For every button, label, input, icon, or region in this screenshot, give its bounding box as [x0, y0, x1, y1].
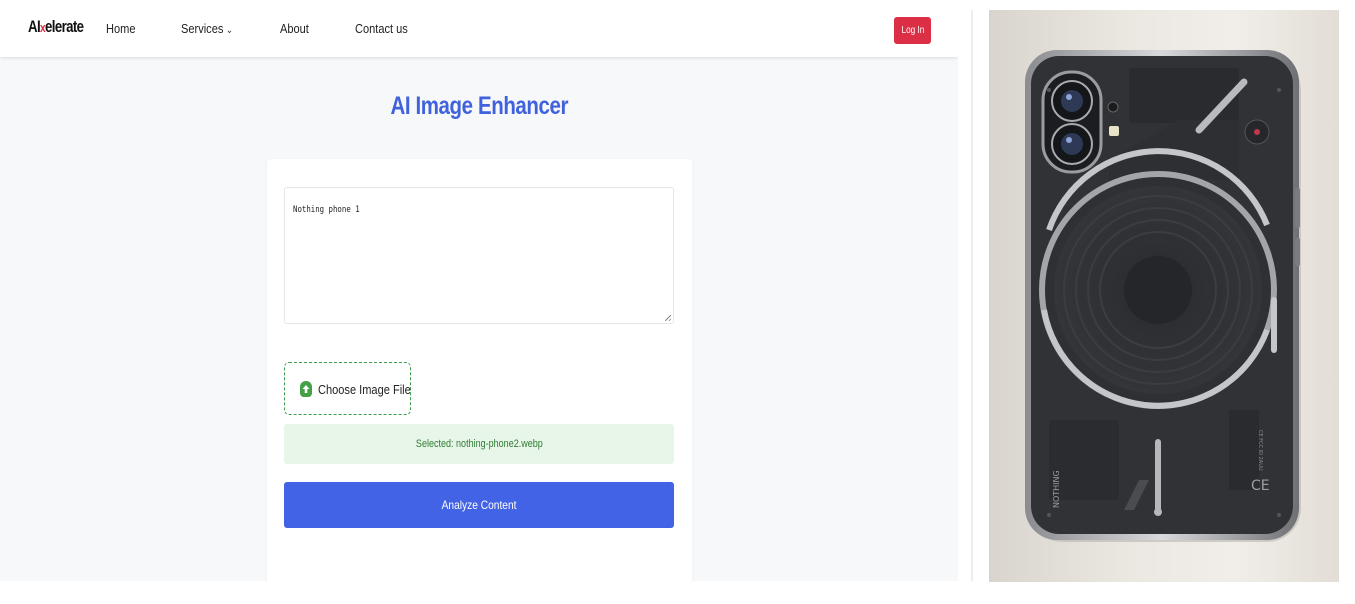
selected-file-text: Selected: nothing-phone2.webp — [415, 438, 543, 450]
enhancer-card: Nothing phone 1 Choose Image File Select… — [267, 159, 692, 581]
analyze-button[interactable]: Analyze Content — [284, 482, 674, 528]
nav-contact[interactable]: Contact us — [355, 21, 408, 36]
image-preview: CE FCC ID 2AUU CE NOTHING — [989, 10, 1339, 582]
logo-suffix: elerate — [45, 17, 84, 36]
nav-services-label: Services — [181, 21, 224, 36]
svg-text:CE FCC ID 2AUU: CE FCC ID 2AUU — [1257, 430, 1263, 471]
svg-text:CE: CE — [1251, 478, 1270, 494]
enhancer-app: AIxelerate Home Services ⌄ About Contact … — [0, 0, 958, 581]
chevron-down-icon: ⌄ — [225, 25, 234, 36]
panel-divider — [971, 10, 973, 581]
choose-file-label: Choose Image File — [318, 382, 411, 397]
logo[interactable]: AIxelerate — [28, 17, 84, 37]
prompt-textarea[interactable]: Nothing phone 1 — [284, 187, 674, 324]
login-button-label: Log In — [901, 25, 924, 36]
navbar: AIxelerate Home Services ⌄ About Contact … — [0, 0, 958, 57]
selected-file-status: Selected: nothing-phone2.webp — [284, 424, 674, 464]
logo-prefix: AI — [28, 17, 41, 36]
page-title-text: AI Image Enhancer — [390, 92, 568, 120]
upload-cloud-icon — [300, 381, 312, 397]
nav-home[interactable]: Home — [106, 21, 135, 36]
resize-handle[interactable] — [665, 315, 671, 321]
phone-back-text: NOTHING — [1052, 470, 1061, 508]
analyze-button-label: Analyze Content — [441, 498, 517, 512]
nav-services[interactable]: Services ⌄ — [181, 21, 233, 36]
prompt-text: Nothing phone 1 — [293, 205, 360, 215]
page-title: AI Image Enhancer — [0, 92, 958, 121]
nav-about[interactable]: About — [280, 21, 309, 36]
choose-file-button[interactable]: Choose Image File — [284, 362, 411, 415]
phone-image: CE FCC ID 2AUU CE NOTHING — [1025, 50, 1301, 542]
login-button[interactable]: Log In — [894, 17, 931, 44]
